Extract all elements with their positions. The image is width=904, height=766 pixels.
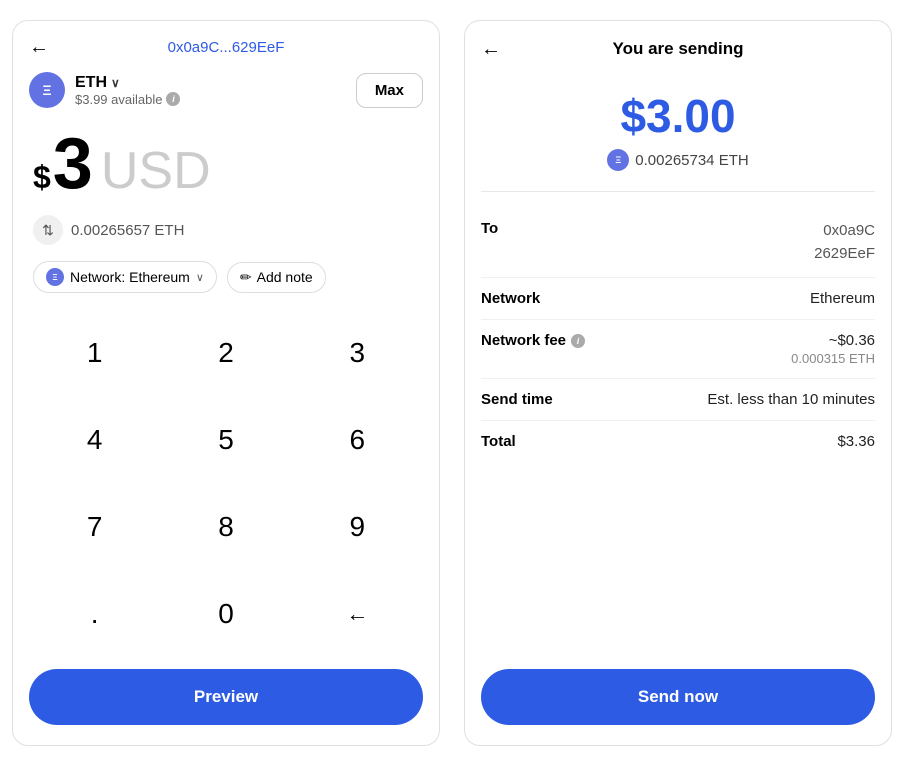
- send-time-row: Send time Est. less than 10 minutes: [481, 379, 875, 421]
- token-name-label: ETH: [75, 74, 107, 92]
- network-detail-value: Ethereum: [810, 290, 875, 307]
- numpad-5[interactable]: 5: [160, 396, 291, 483]
- pencil-icon: ✏: [240, 269, 252, 286]
- send-confirmation-screen: ← You are sending $3.00 Ξ 0.00265734 ETH…: [464, 20, 892, 746]
- add-note-button[interactable]: ✏ Add note: [227, 262, 326, 293]
- token-left: Ξ ETH ∨ $3.99 available i: [29, 72, 180, 108]
- to-address-block: 0x0a9C 2629EeF: [814, 220, 875, 265]
- numpad-4[interactable]: 4: [29, 396, 160, 483]
- amount-number: 3: [53, 128, 93, 200]
- send-amount-screen: ← 0x0a9C...629EeF Ξ ETH ∨ $3.99 availabl…: [12, 20, 440, 746]
- network-selector[interactable]: Ξ Network: Ethereum ∨: [33, 261, 217, 293]
- eth-icon: Ξ: [29, 72, 65, 108]
- to-row: To 0x0a9C 2629EeF: [481, 208, 875, 278]
- numpad: 1 2 3 4 5 6 7 8 9 . 0 ←: [13, 309, 439, 657]
- max-button[interactable]: Max: [356, 73, 423, 108]
- amount-unit: USD: [101, 141, 211, 201]
- screen2-title: You are sending: [613, 39, 744, 59]
- to-address-line2: 2629EeF: [814, 243, 875, 266]
- screen2-back-button[interactable]: ←: [481, 38, 501, 61]
- numpad-3[interactable]: 3: [292, 309, 423, 396]
- numpad-9[interactable]: 9: [292, 483, 423, 570]
- total-label: Total: [481, 433, 516, 450]
- add-note-label: Add note: [257, 269, 313, 285]
- send-eth-amount: 0.00265734 ETH: [635, 152, 748, 169]
- network-eth-icon: Ξ: [46, 268, 64, 286]
- conversion-row: ⇅ 0.00265657 ETH: [13, 207, 439, 257]
- fee-row: Network fee i ~$0.36 0.000315 ETH: [481, 320, 875, 379]
- fee-value-block: ~$0.36 0.000315 ETH: [791, 332, 875, 366]
- balance-info-icon[interactable]: i: [166, 92, 180, 106]
- numpad-backspace[interactable]: ←: [292, 570, 423, 657]
- network-chevron-icon: ∨: [196, 271, 204, 284]
- to-address-line1: 0x0a9C: [814, 220, 875, 243]
- numpad-0[interactable]: 0: [160, 570, 291, 657]
- to-label: To: [481, 220, 498, 237]
- wallet-address: 0x0a9C...629EeF: [168, 39, 285, 56]
- screen2-header: ← You are sending: [465, 21, 891, 69]
- total-value: $3.36: [837, 433, 875, 450]
- dollar-sign: $: [33, 159, 51, 196]
- network-label: Network: Ethereum: [70, 269, 190, 285]
- amount-display: $ 3 USD: [13, 118, 439, 207]
- send-details: To 0x0a9C 2629EeF Network Ethereum Netwo…: [465, 192, 891, 657]
- fee-eth-value: 0.000315 ETH: [791, 351, 875, 366]
- network-detail-label: Network: [481, 290, 540, 307]
- send-time-value: Est. less than 10 minutes: [707, 391, 875, 408]
- back-button[interactable]: ←: [29, 36, 49, 59]
- token-dropdown-icon: ∨: [111, 76, 120, 90]
- numpad-dot[interactable]: .: [29, 570, 160, 657]
- send-now-button-wrap: Send now: [465, 657, 891, 745]
- fee-usd-value: ~$0.36: [791, 332, 875, 349]
- token-selector-row: Ξ ETH ∨ $3.99 available i Max: [13, 66, 439, 118]
- screen1-header: ← 0x0a9C...629EeF: [13, 21, 439, 66]
- token-name-row[interactable]: ETH ∨: [75, 74, 180, 92]
- numpad-8[interactable]: 8: [160, 483, 291, 570]
- numpad-2[interactable]: 2: [160, 309, 291, 396]
- preview-button[interactable]: Preview: [29, 669, 423, 725]
- numpad-6[interactable]: 6: [292, 396, 423, 483]
- fee-info-icon[interactable]: i: [571, 334, 585, 348]
- token-info: ETH ∨ $3.99 available i: [75, 74, 180, 107]
- numpad-1[interactable]: 1: [29, 309, 160, 396]
- conversion-text: 0.00265657 ETH: [71, 222, 184, 239]
- network-note-row: Ξ Network: Ethereum ∨ ✏ Add note: [13, 257, 439, 309]
- token-balance: $3.99 available i: [75, 92, 180, 107]
- total-row: Total $3.36: [481, 421, 875, 462]
- fee-label: Network fee i: [481, 332, 585, 349]
- send-now-button[interactable]: Send now: [481, 669, 875, 725]
- send-amount-block: $3.00 Ξ 0.00265734 ETH: [465, 69, 891, 187]
- numpad-7[interactable]: 7: [29, 483, 160, 570]
- send-eth-icon: Ξ: [607, 149, 629, 171]
- preview-button-wrap: Preview: [13, 657, 439, 745]
- send-eth-row: Ξ 0.00265734 ETH: [607, 149, 748, 171]
- convert-icon[interactable]: ⇅: [33, 215, 63, 245]
- send-usd-amount: $3.00: [620, 89, 735, 143]
- network-row: Network Ethereum: [481, 278, 875, 320]
- send-time-label: Send time: [481, 391, 553, 408]
